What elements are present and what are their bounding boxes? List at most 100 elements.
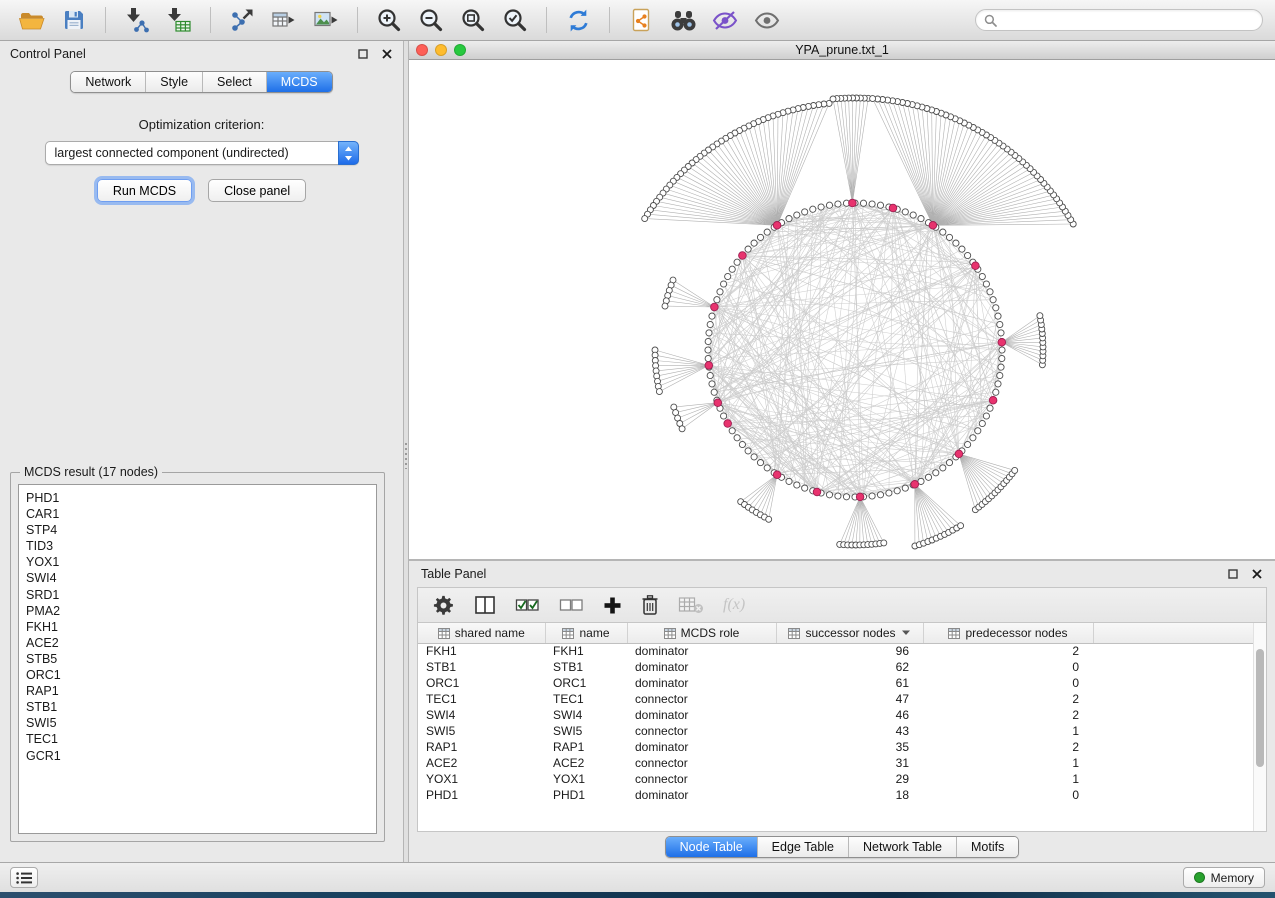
network-window-titlebar[interactable]: YPA_prune.txt_1 xyxy=(409,41,1275,60)
zoom-in-button[interactable] xyxy=(369,3,409,37)
split-table-button[interactable] xyxy=(474,595,496,615)
memory-button[interactable]: Memory xyxy=(1183,867,1265,888)
cell-filler xyxy=(1093,643,1266,659)
close-panel-icon[interactable] xyxy=(381,48,393,60)
result-node-item[interactable]: PMA2 xyxy=(26,603,369,619)
result-node-item[interactable]: TEC1 xyxy=(26,731,369,747)
import-table-button[interactable] xyxy=(159,3,199,37)
result-node-item[interactable]: SWI5 xyxy=(26,715,369,731)
column-header-mcds-role[interactable]: MCDS role xyxy=(627,623,776,643)
cell-filler xyxy=(1093,675,1266,691)
cell-filler xyxy=(1093,787,1266,803)
cell-successor-nodes: 43 xyxy=(776,723,923,739)
cell-filler xyxy=(1093,723,1266,739)
tab-select[interactable]: Select xyxy=(203,72,267,92)
optimization-criterion-select[interactable]: largest connected component (undirected) xyxy=(45,141,359,165)
tab-network[interactable]: Network xyxy=(71,72,146,92)
panel-splitter[interactable] xyxy=(403,41,409,862)
table-row[interactable]: SWI4SWI4dominator462 xyxy=(418,707,1266,723)
network-canvas[interactable] xyxy=(409,60,1275,559)
table-grid-icon xyxy=(562,628,574,639)
table-row[interactable]: SWI5SWI5connector431 xyxy=(418,723,1266,739)
selected-option-label: largest connected component (undirected) xyxy=(55,146,289,160)
show-details-button[interactable] xyxy=(747,3,787,37)
close-panel-button[interactable]: Close panel xyxy=(208,179,306,202)
split-panel-icon xyxy=(474,595,496,615)
column-header-predecessor-nodes[interactable]: predecessor nodes xyxy=(923,623,1093,643)
combo-stepper-icon xyxy=(338,141,359,165)
table-row[interactable]: ACE2ACE2connector311 xyxy=(418,755,1266,771)
float-panel-icon[interactable] xyxy=(357,48,369,60)
result-node-item[interactable]: ACE2 xyxy=(26,635,369,651)
open-session-button[interactable] xyxy=(12,3,52,37)
share-document-button[interactable] xyxy=(621,3,661,37)
add-column-button[interactable] xyxy=(603,596,622,615)
export-image-icon xyxy=(313,7,339,33)
export-table-button[interactable] xyxy=(264,3,304,37)
import-network-button[interactable] xyxy=(117,3,157,37)
result-node-item[interactable]: FKH1 xyxy=(26,619,369,635)
cell-shared-name: ORC1 xyxy=(418,675,545,691)
result-node-item[interactable]: CAR1 xyxy=(26,506,369,522)
apply-layout-button[interactable] xyxy=(558,3,598,37)
result-node-item[interactable]: ORC1 xyxy=(26,667,369,683)
save-session-button[interactable] xyxy=(54,3,94,37)
result-node-item[interactable]: TID3 xyxy=(26,538,369,554)
cell-name: ACE2 xyxy=(545,755,627,771)
table-panel: Table Panel xyxy=(409,561,1275,862)
result-node-item[interactable]: YOX1 xyxy=(26,554,369,570)
network-search-field[interactable] xyxy=(975,9,1263,31)
delete-table-button[interactable] xyxy=(678,595,704,615)
window-zoom-light[interactable] xyxy=(454,44,466,56)
cell-name: SWI5 xyxy=(545,723,627,739)
result-node-item[interactable]: STB1 xyxy=(26,699,369,715)
window-minimize-light[interactable] xyxy=(435,44,447,56)
tab-mcds[interactable]: MCDS xyxy=(267,72,332,92)
column-header-successor-nodes[interactable]: successor nodes xyxy=(776,623,923,643)
cell-mcds-role: dominator xyxy=(627,787,776,803)
first-neighbors-button[interactable] xyxy=(663,3,703,37)
table-row[interactable]: TEC1TEC1connector472 xyxy=(418,691,1266,707)
close-table-panel-icon[interactable] xyxy=(1251,568,1263,580)
zoom-selected-button[interactable] xyxy=(495,3,535,37)
tab-style[interactable]: Style xyxy=(146,72,203,92)
hide-details-button[interactable] xyxy=(705,3,745,37)
result-node-item[interactable]: STP4 xyxy=(26,522,369,538)
tab-motifs[interactable]: Motifs xyxy=(957,837,1018,857)
function-builder-button[interactable]: f(x) xyxy=(723,596,745,614)
zoom-fit-button[interactable] xyxy=(453,3,493,37)
column-header-shared-name[interactable]: shared name xyxy=(418,623,545,643)
search-input[interactable] xyxy=(1002,13,1254,27)
table-scrollbar-thumb[interactable] xyxy=(1256,649,1264,767)
column-settings-button[interactable] xyxy=(432,594,455,617)
result-node-item[interactable]: PHD1 xyxy=(26,490,369,506)
cell-mcds-role: dominator xyxy=(627,659,776,675)
result-node-item[interactable]: GCR1 xyxy=(26,748,369,764)
result-node-item[interactable]: RAP1 xyxy=(26,683,369,699)
tab-node-table[interactable]: Node Table xyxy=(666,837,758,857)
task-history-button[interactable] xyxy=(10,867,38,888)
table-scrollbar[interactable] xyxy=(1253,623,1266,831)
run-mcds-button[interactable]: Run MCDS xyxy=(97,179,192,202)
delete-columns-button[interactable] xyxy=(641,594,659,616)
tab-network-table[interactable]: Network Table xyxy=(849,837,957,857)
result-node-item[interactable]: SRD1 xyxy=(26,587,369,603)
table-row[interactable]: FKH1FKH1dominator962 xyxy=(418,643,1266,659)
tab-edge-table[interactable]: Edge Table xyxy=(758,837,849,857)
gear-icon xyxy=(432,594,455,617)
export-network-button[interactable] xyxy=(222,3,262,37)
export-image-button[interactable] xyxy=(306,3,346,37)
table-row[interactable]: PHD1PHD1dominator180 xyxy=(418,787,1266,803)
table-row[interactable]: ORC1ORC1dominator610 xyxy=(418,675,1266,691)
float-table-panel-icon[interactable] xyxy=(1227,568,1239,580)
result-node-item[interactable]: STB5 xyxy=(26,651,369,667)
deselect-all-button[interactable] xyxy=(559,595,584,615)
select-all-button[interactable] xyxy=(515,595,540,615)
column-header-name[interactable]: name xyxy=(545,623,627,643)
table-row[interactable]: STB1STB1dominator620 xyxy=(418,659,1266,675)
table-row[interactable]: YOX1YOX1connector291 xyxy=(418,771,1266,787)
window-close-light[interactable] xyxy=(416,44,428,56)
zoom-out-button[interactable] xyxy=(411,3,451,37)
result-node-item[interactable]: SWI4 xyxy=(26,570,369,586)
table-row[interactable]: RAP1RAP1dominator352 xyxy=(418,739,1266,755)
